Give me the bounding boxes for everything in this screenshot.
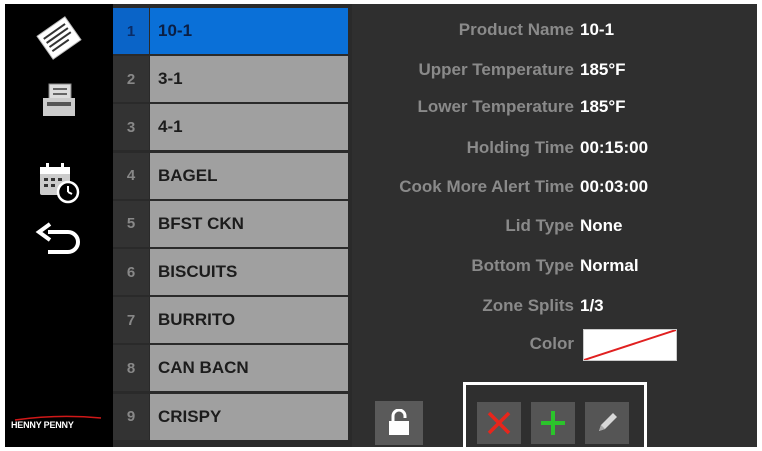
product-list[interactable]: 1 10-1 2 3-1 3 4-1 4 BAGEL 5 BFST CKN 6 BISCUITS 7 BU… — [113, 4, 352, 447]
back-arrow-icon — [35, 222, 80, 254]
field-value: Normal — [580, 256, 639, 275]
product-number: 2 — [113, 56, 149, 103]
schedule-button[interactable] — [5, 152, 113, 212]
product-name: 4-1 — [150, 104, 348, 151]
product-list-item[interactable]: 9 CRISPY — [113, 393, 352, 440]
logo-swoosh-icon — [14, 415, 102, 421]
unlocked-padlock-icon — [389, 409, 409, 435]
field-label: Product Name — [458, 20, 574, 39]
product-number: 5 — [113, 200, 149, 247]
field-value: 1/3 — [580, 296, 604, 315]
field-value: 00:15:00 — [580, 138, 649, 157]
product-list-item[interactable]: 4 BAGEL — [113, 152, 352, 199]
pencil-icon — [599, 413, 617, 431]
product-number: 1 — [113, 8, 149, 54]
product-details: Product Name 10-1 Upper Temperature 185°… — [352, 4, 757, 447]
printer-icon — [43, 83, 75, 116]
recipes-button[interactable] — [5, 8, 113, 68]
calendar-clock-icon — [40, 163, 80, 204]
field-label: Cook More Alert Time — [399, 177, 574, 196]
lower-temperature-field: Lower Temperature 185°F — [352, 97, 757, 123]
product-list-item[interactable]: 3 4-1 — [113, 104, 352, 151]
product-name: BFST CKN — [150, 200, 348, 247]
bottom-type-field: Bottom Type Normal — [352, 256, 757, 282]
field-label: Bottom Type — [471, 256, 574, 275]
field-label: Holding Time — [466, 138, 574, 157]
field-label: Lower Temperature — [417, 97, 574, 116]
product-number: 4 — [113, 152, 149, 199]
field-label: Zone Splits — [482, 296, 574, 315]
product-number: 3 — [113, 104, 149, 151]
product-list-item[interactable]: 8 CAN BACN — [113, 345, 352, 392]
add-button[interactable] — [531, 402, 575, 444]
lock-button[interactable] — [375, 401, 423, 445]
product-number: 7 — [113, 297, 149, 344]
product-list-item[interactable]: 5 BFST CKN — [113, 200, 352, 247]
product-list-item[interactable]: 2 3-1 — [113, 56, 352, 103]
sidebar: HENNY PENNY — [5, 4, 113, 447]
product-number: 8 — [113, 345, 149, 392]
product-list-item[interactable]: 1 10-1 — [113, 8, 352, 54]
screen: HENNY PENNY 1 10-1 2 3-1 3 4-1 4 BAGEL 5 BFST CKN… — [5, 4, 757, 450]
color-swatch — [583, 329, 677, 361]
product-name: CAN BACN — [150, 345, 348, 392]
product-name: BISCUITS — [150, 249, 348, 295]
no-color-strike-icon — [583, 329, 677, 361]
field-value: 10-1 — [580, 20, 615, 39]
delete-button[interactable] — [477, 402, 521, 444]
product-name: BAGEL — [150, 152, 348, 199]
print-button[interactable] — [5, 70, 113, 130]
product-name: CRISPY — [150, 393, 348, 440]
field-value: 185°F — [580, 97, 626, 116]
field-value: None — [580, 216, 623, 235]
color-field: Color — [352, 334, 757, 360]
product-list-item[interactable]: 6 BISCUITS — [113, 249, 352, 295]
plus-icon — [541, 411, 565, 435]
field-label: Lid Type — [505, 216, 574, 235]
product-name: 3-1 — [150, 56, 348, 103]
product-name-field: Product Name 10-1 — [352, 20, 757, 46]
field-value: 00:03:00 — [580, 177, 649, 196]
product-list-item[interactable]: 7 BURRITO — [113, 297, 352, 344]
product-name: BURRITO — [150, 297, 348, 344]
upper-temperature-field: Upper Temperature 185°F — [352, 60, 757, 86]
field-label: Upper Temperature — [418, 60, 574, 79]
zone-splits-field: Zone Splits 1/3 — [352, 296, 757, 322]
recipes-icon — [36, 16, 82, 60]
holding-time-field: Holding Time 00:15:00 — [352, 138, 757, 164]
product-number: 6 — [113, 249, 149, 295]
product-name: 10-1 — [150, 8, 348, 54]
cook-more-alert-time-field: Cook More Alert Time 00:03:00 — [352, 177, 757, 203]
lid-type-field: Lid Type None — [352, 216, 757, 242]
product-number: 9 — [113, 393, 149, 440]
field-label: Color — [529, 334, 574, 353]
henny-penny-logo: HENNY PENNY — [11, 415, 107, 430]
edit-button[interactable] — [585, 402, 629, 444]
back-button[interactable] — [5, 210, 113, 270]
delete-x-icon — [487, 411, 511, 435]
field-value: 185°F — [580, 60, 626, 79]
action-button-group — [463, 382, 647, 450]
